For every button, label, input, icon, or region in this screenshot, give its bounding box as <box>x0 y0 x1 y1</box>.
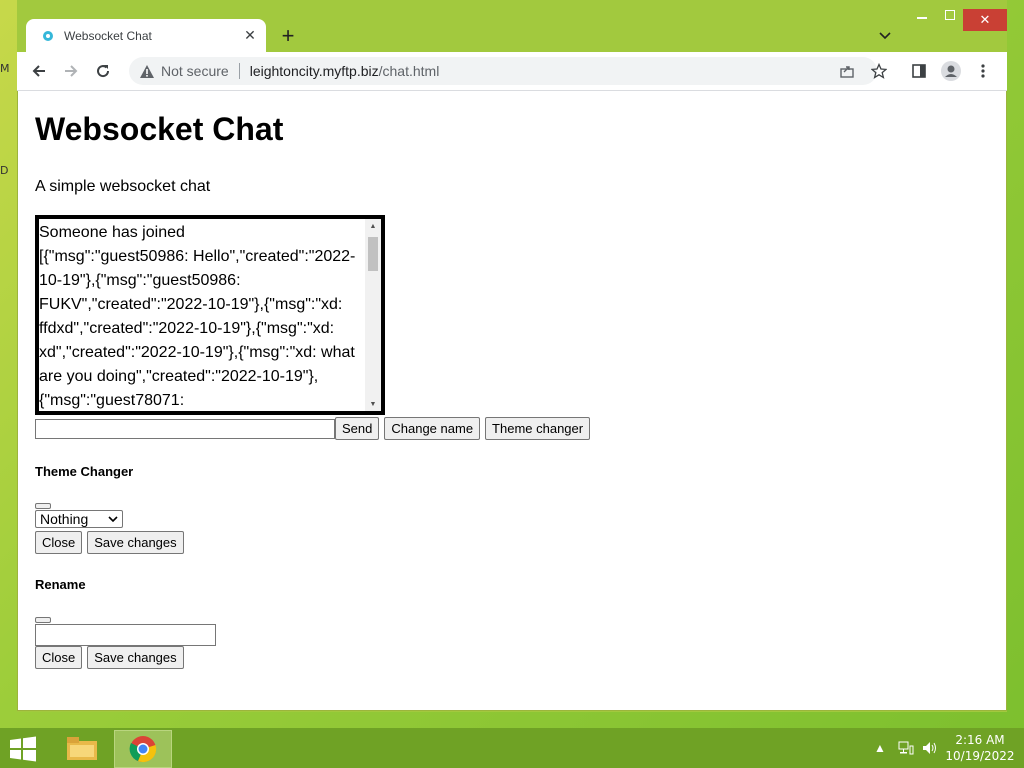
rename-title: Rename <box>35 577 86 592</box>
theme-actions: Close Save changes <box>35 531 184 554</box>
tab-websocket-chat[interactable]: Websocket Chat ✕ <box>26 19 266 52</box>
warning-icon[interactable] <box>139 63 155 79</box>
back-arrow-icon[interactable] <box>27 59 51 83</box>
theme-close-button[interactable]: Close <box>35 531 83 554</box>
volume-icon[interactable] <box>922 728 938 768</box>
chat-log[interactable]: Someone has joined [{"msg":"guest50986: … <box>35 215 385 415</box>
globe-icon <box>40 28 56 44</box>
change-name-button[interactable]: Change name <box>384 417 481 440</box>
send-button[interactable]: Send <box>335 417 380 440</box>
clock-time: 2:16 AM <box>955 733 1005 747</box>
rename-actions: Close Save changes <box>35 646 184 669</box>
message-row: Send Change name Theme changer <box>35 417 591 440</box>
windows-start-icon[interactable] <box>8 736 38 762</box>
scroll-thumb[interactable] <box>368 237 378 271</box>
theme-dialog-dismiss-button[interactable] <box>35 503 51 509</box>
browser-toolbar: Not secure leightoncity.myftp.biz/chat.h… <box>17 52 1007 91</box>
address-bar[interactable]: Not secure leightoncity.myftp.biz/chat.h… <box>129 57 877 85</box>
forward-arrow-icon[interactable] <box>59 59 83 83</box>
url-path: /chat.html <box>378 63 440 79</box>
scroll-down-icon[interactable]: ▼ <box>365 397 381 411</box>
url-host: leightoncity.myftp.biz <box>249 63 379 79</box>
message-input[interactable] <box>35 418 335 439</box>
theme-select-value: Nothing <box>40 511 89 527</box>
minimize-button[interactable] <box>909 0 935 30</box>
browser-window: Websocket Chat ✕ + ✕ Not secure leighton… <box>17 0 1007 712</box>
star-icon[interactable] <box>867 59 891 83</box>
divider <box>238 63 240 79</box>
security-label: Not secure <box>161 63 229 79</box>
reload-icon[interactable] <box>91 59 115 83</box>
network-icon[interactable] <box>898 728 914 768</box>
theme-changer-title: Theme Changer <box>35 464 134 479</box>
page-title: Websocket Chat <box>35 111 284 147</box>
page-content: Websocket Chat A simple websocket chat S… <box>17 91 1007 711</box>
chevron-down-icon[interactable] <box>875 26 895 46</box>
rename-dialog-dismiss-button[interactable] <box>35 617 51 623</box>
share-icon[interactable] <box>835 59 859 83</box>
rename-close-button[interactable]: Close <box>35 646 83 669</box>
side-panel-icon[interactable] <box>907 59 931 83</box>
taskbar: ▲ 2:16 AM 10/19/2022 <box>0 728 1024 768</box>
profile-avatar-icon[interactable] <box>939 59 963 83</box>
page-subtitle: A simple websocket chat <box>35 178 211 195</box>
tab-strip: Websocket Chat ✕ + ✕ <box>17 0 1007 52</box>
menu-kebab-icon[interactable] <box>971 59 995 83</box>
new-tab-button[interactable]: + <box>275 23 301 48</box>
url-text: leightoncity.myftp.biz/chat.html <box>250 63 440 79</box>
theme-select[interactable]: Nothing <box>35 510 123 528</box>
window-close-button[interactable]: ✕ <box>963 9 1007 31</box>
tab-title: Websocket Chat <box>64 28 152 43</box>
desktop-icon-2[interactable]: D <box>0 164 8 177</box>
theme-changer-button[interactable]: Theme changer <box>485 417 591 440</box>
chevron-down-icon <box>108 515 118 522</box>
system-clock[interactable]: 2:16 AM 10/19/2022 <box>940 732 1020 764</box>
chrome-taskbar-icon[interactable] <box>114 730 172 768</box>
maximize-button[interactable] <box>937 0 963 30</box>
file-explorer-icon[interactable] <box>54 730 110 766</box>
chat-scrollbar[interactable]: ▲ ▼ <box>365 219 381 411</box>
rename-save-button[interactable]: Save changes <box>87 646 184 669</box>
clock-date: 10/19/2022 <box>945 749 1015 763</box>
rename-input[interactable] <box>35 624 216 646</box>
tab-close-icon[interactable]: ✕ <box>240 26 260 46</box>
desktop-icon-1[interactable]: M <box>0 62 10 75</box>
scroll-up-icon[interactable]: ▲ <box>365 219 381 233</box>
theme-save-button[interactable]: Save changes <box>87 531 184 554</box>
chat-log-text: Someone has joined [{"msg":"guest50986: … <box>39 224 356 409</box>
tray-chevron-icon[interactable]: ▲ <box>874 728 886 768</box>
